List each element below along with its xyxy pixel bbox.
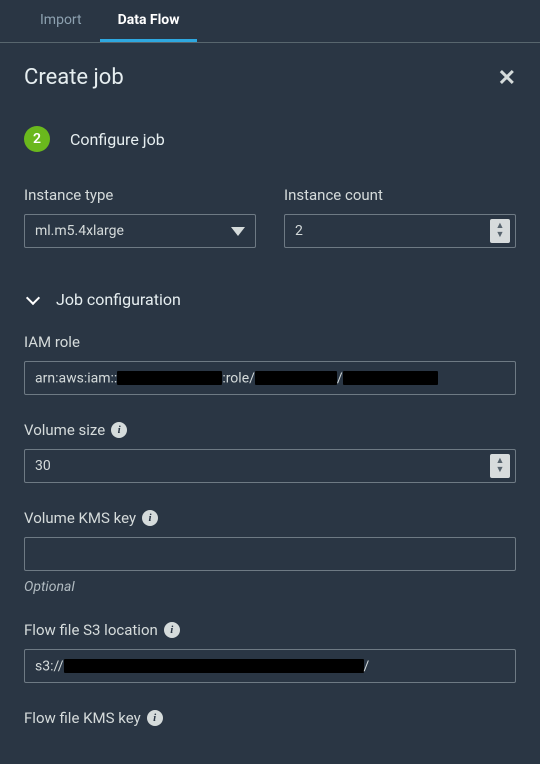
iam-role-label: IAM role bbox=[24, 333, 516, 351]
iam-role-value: arn:aws:iam:::role// bbox=[25, 370, 515, 386]
job-config-label: Job configuration bbox=[56, 290, 181, 309]
instance-type-field: Instance type ml.m5.4xlarge bbox=[24, 186, 256, 248]
tabs-bar: Import Data Flow bbox=[0, 0, 540, 43]
instance-row: Instance type ml.m5.4xlarge Instance cou… bbox=[24, 186, 516, 248]
tab-import[interactable]: Import bbox=[22, 0, 100, 42]
optional-hint: Optional bbox=[24, 579, 516, 595]
instance-type-value: ml.m5.4xlarge bbox=[25, 223, 231, 239]
stepper-down-icon: ▼ bbox=[496, 231, 505, 240]
info-icon[interactable]: i bbox=[111, 422, 127, 438]
chevron-down-icon bbox=[26, 290, 40, 304]
iam-role-field: IAM role arn:aws:iam:::role// bbox=[24, 333, 516, 395]
caret-down-icon bbox=[231, 227, 245, 236]
instance-count-input[interactable]: 2 ▲ ▼ bbox=[284, 214, 516, 248]
flow-s3-input[interactable]: s3:/// bbox=[24, 649, 516, 683]
info-icon[interactable]: i bbox=[164, 622, 180, 638]
close-icon: ✕ bbox=[498, 65, 516, 90]
instance-type-select[interactable]: ml.m5.4xlarge bbox=[24, 214, 256, 248]
page-title: Create job bbox=[24, 65, 124, 90]
job-config-toggle[interactable]: Job configuration bbox=[24, 290, 516, 309]
volume-size-input[interactable]: 30 ▲ ▼ bbox=[24, 449, 516, 483]
number-stepper[interactable]: ▲ ▼ bbox=[490, 454, 510, 478]
volume-size-field: Volume size i 30 ▲ ▼ bbox=[24, 421, 516, 483]
tab-data-flow[interactable]: Data Flow bbox=[100, 0, 198, 42]
volume-size-value: 30 bbox=[25, 458, 490, 474]
step-indicator: 2 Configure job bbox=[24, 126, 516, 152]
info-icon[interactable]: i bbox=[142, 510, 158, 526]
volume-size-label: Volume size i bbox=[24, 421, 516, 439]
volume-kms-label: Volume KMS key i bbox=[24, 509, 516, 527]
step-number-badge: 2 bbox=[24, 126, 50, 152]
instance-count-field: Instance count 2 ▲ ▼ bbox=[284, 186, 516, 248]
flow-s3-field: Flow file S3 location i s3:/// bbox=[24, 621, 516, 683]
info-icon[interactable]: i bbox=[147, 710, 163, 726]
close-button[interactable]: ✕ bbox=[498, 67, 516, 89]
instance-count-label: Instance count bbox=[284, 186, 516, 204]
flow-kms-field: Flow file KMS key i bbox=[24, 709, 516, 727]
create-job-panel: Create job ✕ 2 Configure job Instance ty… bbox=[0, 43, 540, 727]
flow-s3-label: Flow file S3 location i bbox=[24, 621, 516, 639]
instance-type-label: Instance type bbox=[24, 186, 256, 204]
volume-kms-input[interactable] bbox=[24, 537, 516, 571]
number-stepper[interactable]: ▲ ▼ bbox=[490, 219, 510, 243]
instance-count-value: 2 bbox=[285, 223, 490, 239]
panel-header: Create job ✕ bbox=[24, 65, 516, 90]
flow-kms-label: Flow file KMS key i bbox=[24, 709, 516, 727]
flow-s3-value: s3:/// bbox=[25, 658, 515, 674]
volume-kms-field: Volume KMS key i Optional bbox=[24, 509, 516, 595]
stepper-down-icon: ▼ bbox=[496, 466, 505, 475]
step-label: Configure job bbox=[70, 130, 165, 149]
iam-role-input[interactable]: arn:aws:iam:::role// bbox=[24, 361, 516, 395]
